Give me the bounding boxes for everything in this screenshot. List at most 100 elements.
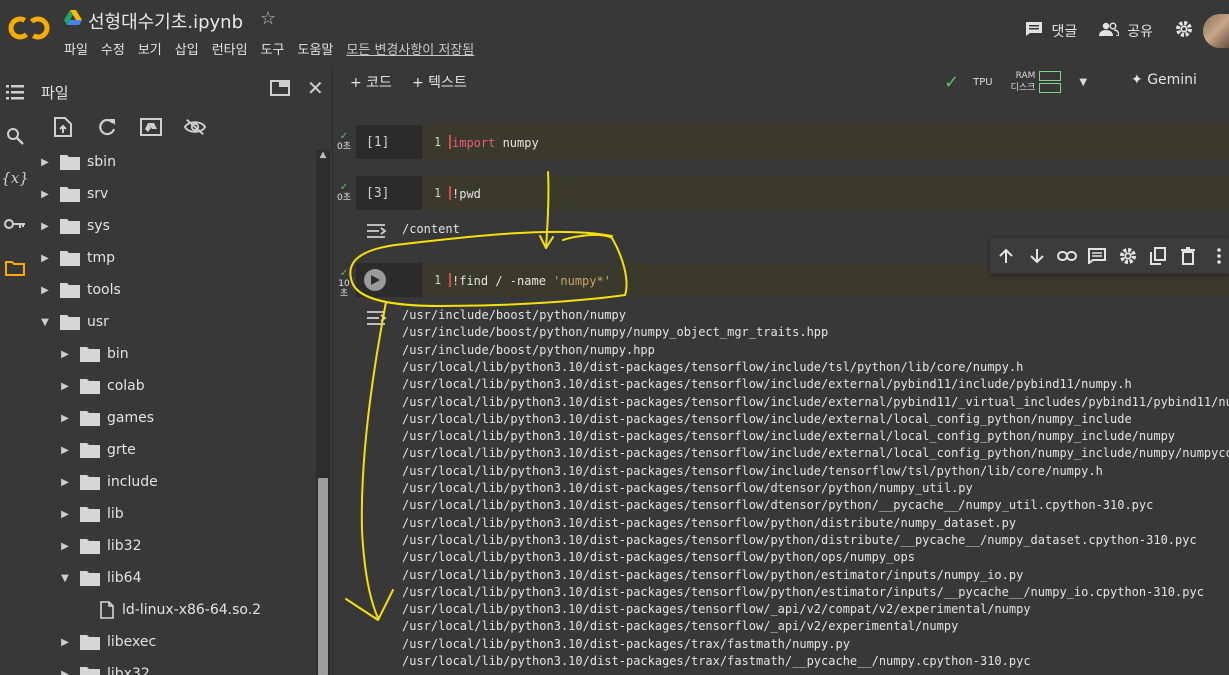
share-button[interactable]: 공유 bbox=[1099, 21, 1153, 41]
share-people-icon bbox=[1099, 22, 1120, 40]
panel-divider[interactable] bbox=[332, 66, 333, 675]
chevron-right-icon[interactable]: ▶ bbox=[58, 637, 72, 648]
folder-icon bbox=[60, 250, 80, 266]
chevron-right-icon[interactable]: ▶ bbox=[58, 445, 72, 456]
avatar[interactable] bbox=[1203, 14, 1229, 48]
folder-tree-item[interactable]: ▼ usr bbox=[38, 306, 109, 338]
scrollbar[interactable]: ▲ bbox=[316, 150, 330, 675]
gear-icon[interactable] bbox=[1118, 245, 1138, 267]
add-text-button[interactable]: + 텍스트 bbox=[412, 72, 467, 92]
comment-icon[interactable] bbox=[1087, 245, 1107, 267]
chevron-right-icon[interactable]: ▶ bbox=[58, 349, 72, 360]
menu-insert[interactable]: 삽입 bbox=[175, 39, 199, 58]
code-cell[interactable]: [1] 1 import numpy bbox=[356, 125, 1229, 159]
menu-tools[interactable]: 도구 bbox=[261, 39, 285, 58]
folder-tree-item[interactable]: ▶ colab bbox=[58, 370, 145, 402]
comment-button[interactable]: 댓글 bbox=[1025, 21, 1077, 41]
folder-tree-item[interactable]: ▶ games bbox=[58, 402, 154, 434]
folder-tree-item[interactable]: ▶ lib32 bbox=[58, 530, 141, 562]
folder-tree-item[interactable]: ▶ sbin bbox=[38, 146, 116, 178]
output-menu-icon[interactable] bbox=[366, 222, 388, 240]
folder-tree-item[interactable]: ▶ tmp bbox=[38, 242, 115, 274]
folder-tree-item[interactable]: ▶ lib bbox=[58, 498, 124, 530]
output-menu-icon[interactable] bbox=[366, 309, 388, 327]
folder-tree-item[interactable]: ▶ include bbox=[58, 466, 158, 498]
run-button[interactable] bbox=[364, 269, 386, 291]
chevron-right-icon[interactable]: ▶ bbox=[58, 669, 72, 675]
mount-drive-icon[interactable] bbox=[140, 116, 162, 138]
folder-tree-item[interactable]: ▶ sys bbox=[38, 210, 110, 242]
menu-bar: 파일 수정 보기 삽입 런타임 도구 도움말 모든 변경사항이 저장됨 bbox=[64, 39, 474, 58]
link-icon[interactable] bbox=[1056, 245, 1077, 267]
output-line: /usr/local/lib/python3.10/dist-packages/… bbox=[402, 654, 1031, 668]
upload-icon[interactable] bbox=[52, 116, 74, 138]
scroll-up-arrow[interactable]: ▲ bbox=[316, 150, 330, 164]
code-editor[interactable] bbox=[422, 125, 1229, 159]
open-in-tab-icon[interactable] bbox=[270, 80, 290, 100]
chevron-right-icon[interactable]: ▶ bbox=[38, 221, 52, 232]
menu-file[interactable]: 파일 bbox=[64, 39, 88, 58]
folder-tree-item[interactable]: ▶ bin bbox=[58, 338, 129, 370]
code-line[interactable]: !find / -name 'numpy*' bbox=[449, 273, 611, 288]
folder-tree-item[interactable]: ▶ grte bbox=[58, 434, 136, 466]
file-tree-item[interactable]: ld-linux-x86-64.so.2 bbox=[78, 594, 261, 626]
chevron-right-icon[interactable]: ▶ bbox=[38, 253, 52, 264]
arrow-up-icon[interactable] bbox=[996, 245, 1016, 267]
code-editor[interactable] bbox=[422, 176, 1229, 210]
runtime-type: TPU bbox=[973, 76, 993, 88]
text-cursor bbox=[449, 135, 451, 149]
code-cell[interactable]: [3] 1 !pwd bbox=[356, 176, 1229, 210]
folder-icon[interactable] bbox=[3, 256, 27, 280]
refresh-icon[interactable] bbox=[96, 116, 118, 138]
folder-tree-item[interactable]: ▶ srv bbox=[38, 178, 108, 210]
chevron-down-icon[interactable]: ▼ bbox=[58, 573, 72, 584]
chevron-right-icon[interactable]: ▶ bbox=[38, 285, 52, 296]
chevron-right-icon[interactable]: ▶ bbox=[38, 189, 52, 200]
notebook-title[interactable]: 선형대수기초.ipynb bbox=[88, 8, 243, 34]
comment-label: 댓글 bbox=[1051, 24, 1078, 40]
runtime-dropdown-icon[interactable]: ▼ bbox=[1079, 77, 1087, 88]
menu-help[interactable]: 도움말 bbox=[298, 39, 334, 58]
chevron-right-icon[interactable]: ▶ bbox=[58, 477, 72, 488]
folder-icon bbox=[80, 570, 100, 586]
drive-icon[interactable] bbox=[64, 10, 82, 26]
gemini-button[interactable]: ✦ Gemini bbox=[1131, 72, 1197, 88]
mirror-cell-icon[interactable] bbox=[1148, 245, 1168, 267]
chevron-right-icon[interactable]: ▶ bbox=[58, 381, 72, 392]
output-line: /usr/local/lib/python3.10/dist-packages/… bbox=[402, 481, 973, 495]
toc-icon[interactable] bbox=[3, 80, 27, 104]
chevron-down-icon[interactable]: ▼ bbox=[38, 317, 52, 328]
star-icon[interactable]: ☆ bbox=[260, 8, 276, 29]
chevron-right-icon[interactable]: ▶ bbox=[38, 157, 52, 168]
code-line[interactable]: import numpy bbox=[449, 135, 539, 150]
chevron-right-icon[interactable]: ▶ bbox=[58, 509, 72, 520]
key-icon[interactable] bbox=[3, 212, 27, 236]
folder-tree-item[interactable]: ▶ tools bbox=[38, 274, 121, 306]
folder-tree-item[interactable]: ▶ libexec bbox=[58, 626, 156, 658]
delete-icon[interactable] bbox=[1178, 245, 1198, 267]
scroll-thumb[interactable] bbox=[318, 478, 328, 675]
add-code-button[interactable]: + 코드 bbox=[350, 72, 392, 92]
menu-edit[interactable]: 수정 bbox=[101, 39, 125, 58]
menu-runtime[interactable]: 런타임 bbox=[212, 39, 248, 58]
variables-icon[interactable]: {x} bbox=[1, 166, 29, 190]
folder-tree-item[interactable]: ▼ lib64 bbox=[58, 562, 141, 594]
close-icon[interactable]: ✕ bbox=[307, 78, 324, 98]
output-line: /usr/include/boost/python/numpy/numpy_ob… bbox=[402, 325, 829, 340]
chevron-right-icon[interactable]: ▶ bbox=[58, 541, 72, 552]
hide-files-icon[interactable] bbox=[184, 116, 206, 138]
search-icon[interactable] bbox=[3, 124, 27, 148]
tree-item-label: srv bbox=[87, 186, 109, 202]
chevron-right-icon[interactable]: ▶ bbox=[58, 413, 72, 424]
save-status[interactable]: 모든 변경사항이 저장됨 bbox=[346, 39, 474, 58]
colab-logo[interactable] bbox=[8, 14, 50, 42]
code-line[interactable]: !pwd bbox=[449, 186, 481, 201]
output-line: /usr/include/boost/python/numpy.hpp bbox=[402, 342, 655, 357]
arrow-down-icon[interactable] bbox=[1026, 245, 1046, 267]
settings-button[interactable] bbox=[1175, 20, 1193, 42]
header-actions: 댓글 공유 bbox=[1025, 14, 1229, 48]
more-vert-icon[interactable] bbox=[1209, 245, 1229, 267]
resource-monitor[interactable]: ✓ TPU RAM 디스크 ▼ bbox=[944, 68, 1087, 96]
folder-tree-item[interactable]: ▶ libx32 bbox=[58, 658, 150, 675]
menu-view[interactable]: 보기 bbox=[138, 39, 162, 58]
